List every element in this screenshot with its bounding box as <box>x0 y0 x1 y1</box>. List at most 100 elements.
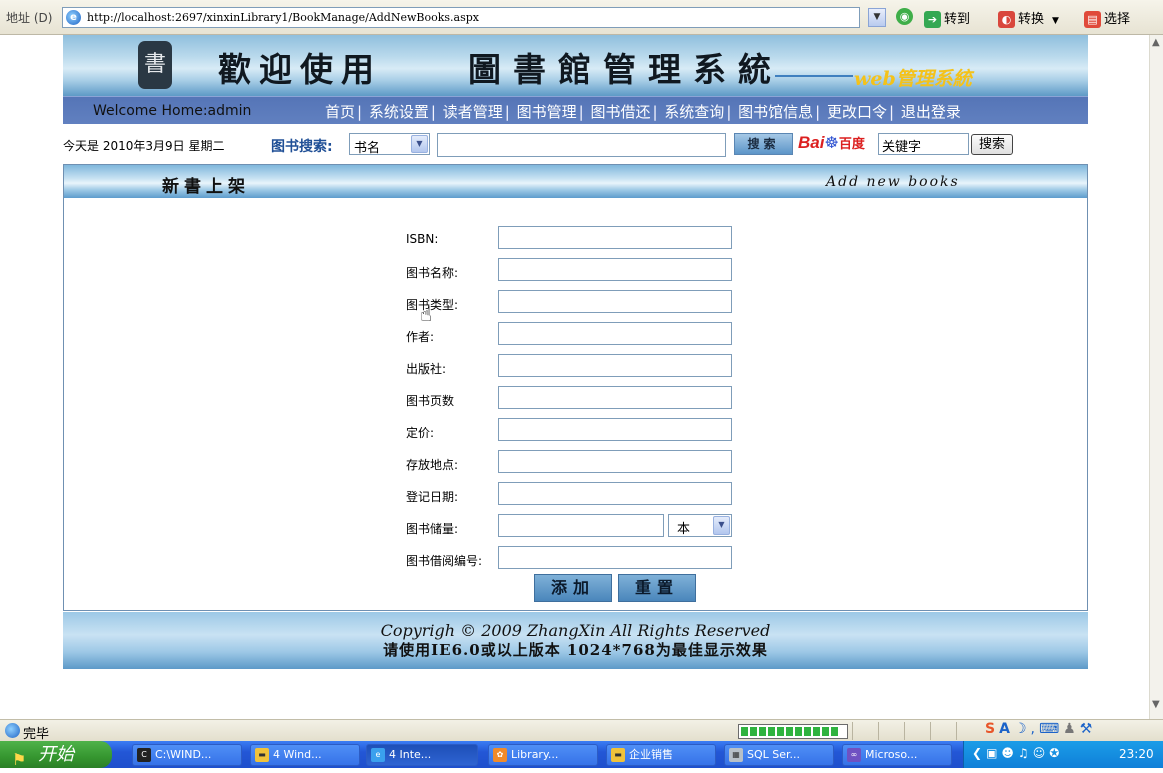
tray-expand-icon[interactable]: ❮ <box>972 746 982 760</box>
ie-page-icon: e <box>66 10 81 25</box>
page-count-input[interactable] <box>498 386 732 409</box>
windows-flag-icon: ⚑ <box>12 750 27 769</box>
vertical-scrollbar[interactable]: ▲ ▼ <box>1149 35 1163 719</box>
task-microsoft[interactable]: ∞ Microso... <box>842 744 952 766</box>
address-input[interactable]: e http://localhost:2697/xinxinLibrary1/B… <box>62 7 860 28</box>
library-seal-logo: 書 <box>138 41 172 89</box>
nav-item-library-info[interactable]: 图书馆信息 <box>738 103 813 121</box>
publisher-input[interactable] <box>498 354 732 377</box>
nav-item-reader-management[interactable]: 读者管理 <box>443 103 503 121</box>
current-date: 今天是 2010年3月9日 星期二 <box>63 139 225 153</box>
select-icon: ▤ <box>1084 11 1101 28</box>
nav-item-borrow-return[interactable]: 图书借还 <box>590 103 650 121</box>
convert-button[interactable]: ◐ 转换 ▼ <box>998 8 1059 28</box>
book-search-button[interactable]: 搜索 <box>734 133 793 155</box>
start-button[interactable]: ⚑ 开始 <box>0 741 112 769</box>
main-nav: Welcome Home:admin 首页 | 系统设置 | 读者管理 | 图书管理 |… <box>63 96 1088 124</box>
ime-moon-icon[interactable]: ☽ <box>1014 721 1027 737</box>
author-label: 作者: <box>406 330 435 344</box>
add-button[interactable]: 添加 <box>534 574 612 602</box>
book-search-input[interactable] <box>437 133 726 157</box>
user-icon[interactable]: ♟ <box>1063 721 1076 737</box>
stock-unit-select[interactable]: 本 ▼ <box>668 514 732 537</box>
select-button[interactable]: ▤ 选择 <box>1084 8 1130 28</box>
ie-icon: e <box>371 748 385 762</box>
task-library[interactable]: ✿ Library... <box>488 744 598 766</box>
task-internet-explorer[interactable]: e 4 Inte... <box>366 744 478 766</box>
isbn-input[interactable] <box>498 226 732 249</box>
nav-item-book-management[interactable]: 图书管理 <box>517 103 577 121</box>
task-label: Microso... <box>865 748 918 761</box>
task-cmd[interactable]: C C:\WIND... <box>132 744 242 766</box>
status-bar: 完毕 S A ☽, ⌨ ♟ ⚒ <box>0 719 1163 742</box>
author-input[interactable] <box>498 322 732 345</box>
nav-item-system-query[interactable]: 系统查询 <box>664 103 724 121</box>
borrow-number-input[interactable] <box>498 546 732 569</box>
register-date-label: 登记日期: <box>406 490 459 504</box>
section-header: 新書上架 Add new books <box>64 165 1087 198</box>
book-type-input[interactable] <box>498 290 732 313</box>
load-progress-bar <box>738 724 848 739</box>
scroll-down-icon[interactable]: ▼ <box>1152 699 1160 710</box>
select-label: 选择 <box>1104 12 1131 27</box>
page-count-label: 图书页数 <box>406 394 455 408</box>
sogou-ime-icon[interactable]: S <box>985 721 995 737</box>
banner-divider-line <box>775 75 853 77</box>
book-name-label: 图书名称: <box>406 266 459 280</box>
search-row: 今天是 2010年3月9日 星期二 图书搜索: 书名 ▼ 搜索 Bai☸百度 关… <box>0 127 1163 163</box>
load-progress-fill <box>741 727 840 736</box>
baidu-logo[interactable]: Bai☸百度 <box>798 133 865 155</box>
task-label: 4 Wind... <box>273 748 322 761</box>
isbn-label: ISBN: <box>406 232 439 246</box>
banner-subtitle: web管理系統 <box>854 68 972 90</box>
task-explorer[interactable]: ▬ 4 Wind... <box>250 744 360 766</box>
task-sql-server[interactable]: ▦ SQL Ser... <box>724 744 834 766</box>
ime-toolbar[interactable]: S A ☽, ⌨ ♟ ⚒ <box>985 721 1096 737</box>
page-footer: Copyrigh © 2009 ZhangXin All Rights Rese… <box>63 612 1088 669</box>
volume-icon[interactable]: ♫ <box>1018 746 1029 760</box>
chevron-down-icon[interactable]: ▼ <box>411 135 428 153</box>
nav-item-system-settings[interactable]: 系统设置 <box>369 103 429 121</box>
wrench-icon[interactable]: ⚒ <box>1080 721 1093 737</box>
browser-address-bar: 地址 (D) e http://localhost:2697/xinxinLib… <box>0 0 1163 35</box>
address-url[interactable]: http://localhost:2697/xinxinLibrary1/Boo… <box>87 11 479 24</box>
location-label: 存放地点: <box>406 458 459 472</box>
baidu-search-button[interactable]: 搜索 <box>971 134 1013 155</box>
security-icon[interactable]: ✪ <box>1049 746 1059 760</box>
register-date-input[interactable] <box>498 482 732 505</box>
windows-taskbar: ⚑ 开始 C C:\WIND... ▬ 4 Wind... e 4 Inte... ✿ L… <box>0 741 1163 769</box>
stock-input[interactable] <box>498 514 664 537</box>
price-input[interactable] <box>498 418 732 441</box>
banner-title-welcome: 歡迎使用 <box>218 50 382 89</box>
qq-icon[interactable]: ☻ <box>1001 746 1014 760</box>
task-label: SQL Ser... <box>747 748 801 761</box>
chevron-down-icon[interactable]: ▼ <box>713 516 730 535</box>
security-shield-icon[interactable]: ◉ <box>896 8 916 28</box>
best-view-text: 请使用IE6.0或以上版本 1024*768为最佳显示效果 <box>383 641 768 659</box>
keyboard-icon[interactable]: ⌨ <box>1039 721 1059 737</box>
user-icon[interactable]: ☺ <box>1033 746 1046 760</box>
task-sales[interactable]: ▬ 企业销售 <box>606 744 716 766</box>
ime-punct-icon[interactable]: , <box>1031 721 1035 737</box>
nav-item-home[interactable]: 首页 <box>325 103 355 121</box>
goto-button[interactable]: ➔ 转到 <box>924 8 970 28</box>
add-book-section: 新書上架 Add new books ISBN: 图书名称: 图书类型: 作者:… <box>63 164 1088 611</box>
address-dropdown-button[interactable]: ▼ <box>868 8 886 27</box>
scroll-up-icon[interactable]: ▲ <box>1152 37 1160 48</box>
book-name-input[interactable] <box>498 258 732 281</box>
convert-label: 转换 <box>1018 12 1045 27</box>
ime-mode-icon[interactable]: A <box>999 721 1010 737</box>
tray-icons[interactable]: ❮ ▣ ☻ ♫ ☺ ✪ <box>972 746 1063 760</box>
status-text: 完毕 <box>23 727 50 742</box>
borrow-number-label: 图书借阅编号: <box>406 554 483 568</box>
baidu-keyword-input[interactable]: 关键字 <box>878 133 969 155</box>
chevron-down-icon[interactable]: ▼ <box>1052 16 1059 26</box>
reset-button[interactable]: 重置 <box>618 574 696 602</box>
search-field-select[interactable]: 书名 ▼ <box>349 133 430 156</box>
nav-item-change-password[interactable]: 更改口令 <box>827 103 887 121</box>
network-icon[interactable]: ▣ <box>986 746 997 760</box>
nav-item-logout[interactable]: 退出登录 <box>901 103 961 121</box>
location-input[interactable] <box>498 450 732 473</box>
task-label: Library... <box>511 748 559 761</box>
task-label: 企业销售 <box>629 748 673 761</box>
